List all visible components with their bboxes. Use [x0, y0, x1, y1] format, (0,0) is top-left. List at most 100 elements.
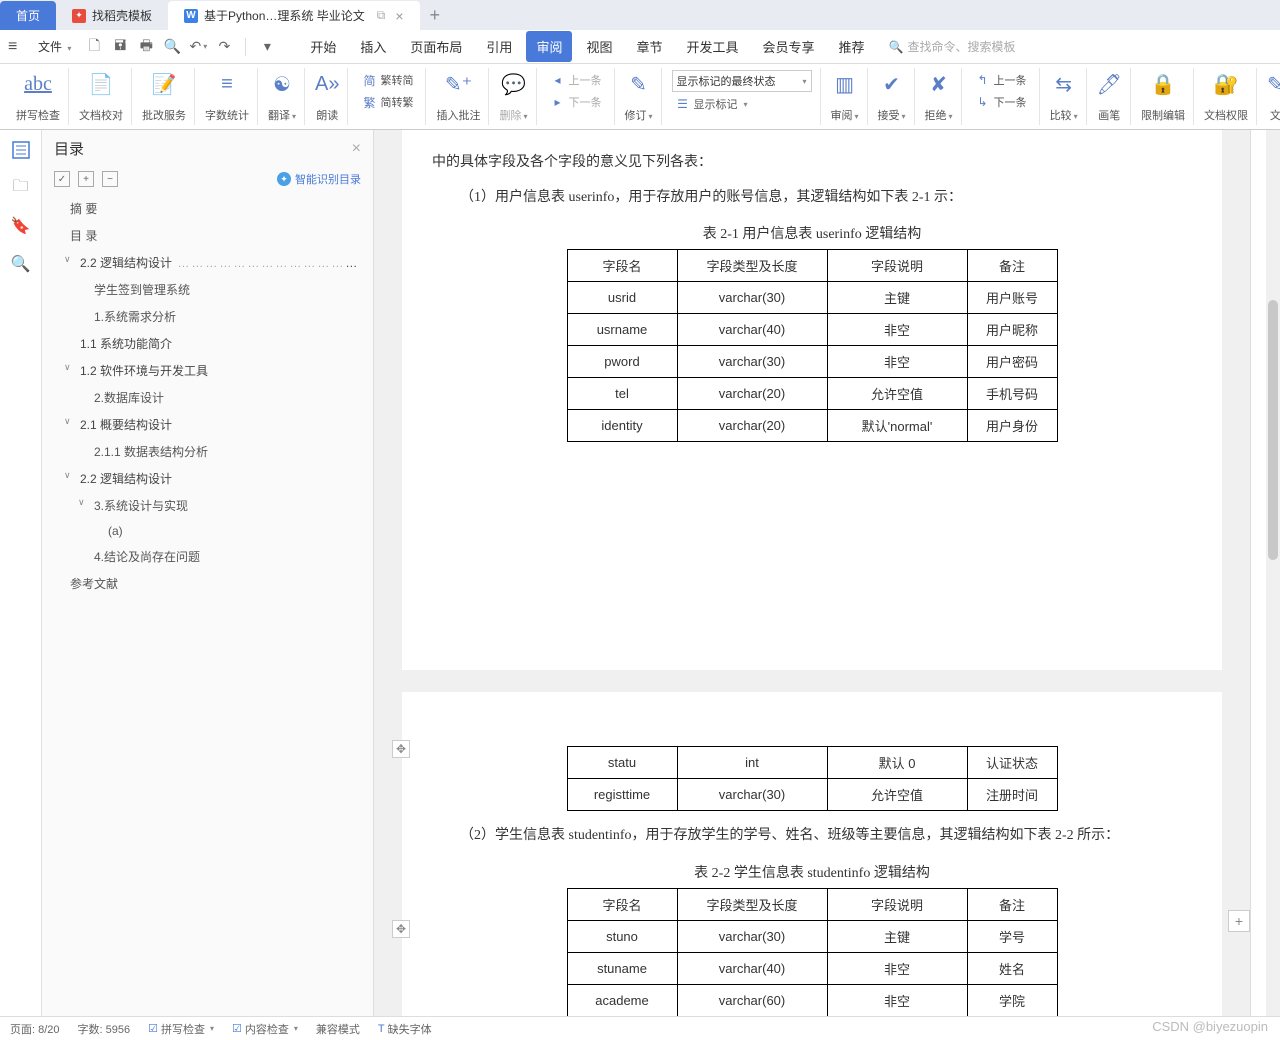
ribbon-tab-recommend[interactable]: 推荐: [829, 31, 875, 62]
toc-item[interactable]: 1.系统需求分析: [42, 303, 373, 330]
table-cell: 手机号码: [967, 378, 1057, 410]
scroll-thumb[interactable]: [1268, 300, 1278, 560]
qat-save-icon[interactable]: 🖬: [109, 36, 131, 58]
grp-compare[interactable]: ⇆比较▾: [1042, 68, 1087, 125]
status-font[interactable]: T缺失字体: [378, 1021, 432, 1037]
ribbon-tab-layout[interactable]: 页面布局: [400, 31, 472, 62]
toc-expand-all-icon[interactable]: ✓: [54, 171, 70, 187]
btn-prev-comment[interactable]: ◂上一条: [547, 70, 606, 90]
chevron-down-icon[interactable]: ∨: [78, 497, 85, 508]
table-cell: 主键: [827, 920, 967, 952]
btn-show-markup[interactable]: ☰显示标记▾: [672, 94, 812, 114]
file-menu[interactable]: 文件 ▾: [30, 34, 79, 59]
ribbon-tab-insert[interactable]: 插入: [350, 31, 396, 62]
ribbon-tab-start[interactable]: 开始: [300, 31, 346, 62]
status-page[interactable]: 页面: 8/20: [10, 1021, 60, 1037]
ribbon-tab-vip[interactable]: 会员专享: [753, 31, 825, 62]
toc-item[interactable]: ∨1.2 软件环境与开发工具: [42, 357, 373, 384]
table-move-handle-icon[interactable]: ✥: [392, 740, 410, 758]
qat-redo-icon[interactable]: ↷: [213, 36, 235, 58]
table-cell: varchar(30): [677, 282, 827, 314]
ribbon-tab-chapter[interactable]: 章节: [626, 31, 672, 62]
tab-doc-dup-icon[interactable]: ⧉: [377, 8, 386, 23]
vertical-scrollbar[interactable]: [1266, 130, 1280, 1016]
grp-docperm[interactable]: 🔐文档权限: [1196, 68, 1257, 125]
qat-preview-icon[interactable]: 🔍: [161, 36, 183, 58]
grp-read[interactable]: A»朗读: [307, 68, 348, 125]
close-icon[interactable]: ×: [395, 8, 403, 24]
new-tab-button[interactable]: +: [420, 1, 451, 30]
rail-folder-icon[interactable]: 🗀: [11, 178, 31, 198]
table-move-handle-icon[interactable]: ✥: [392, 920, 410, 938]
document-area[interactable]: 中的具体字段及各个字段的意义见下列各表： （1）用户信息表 userinfo，用…: [374, 130, 1250, 1016]
toc-item[interactable]: ∨3.系统设计与实现: [42, 492, 373, 519]
grp-track[interactable]: ✎修订▾: [617, 68, 662, 125]
grp-trans[interactable]: ☯翻译▾: [260, 68, 305, 125]
grp-spell[interactable]: abc拼写检查: [8, 68, 69, 125]
grp-docwm[interactable]: ✎文: [1259, 68, 1280, 125]
btn-ts2[interactable]: 繁简转繁: [358, 92, 417, 112]
chevron-down-icon[interactable]: ∨: [64, 362, 71, 373]
toc-item[interactable]: 4.结论及尚存在问题: [42, 543, 373, 570]
table-row: stunamevarchar(40)非空姓名: [567, 952, 1057, 984]
smart-toc-link[interactable]: ✦ 智能识别目录: [277, 171, 361, 187]
grp-proof[interactable]: 📄文档校对: [71, 68, 132, 125]
tab-home[interactable]: 首页: [0, 1, 56, 30]
float-plus-button[interactable]: +: [1228, 910, 1250, 932]
qat-new-icon[interactable]: 🗋: [83, 36, 105, 58]
toc-minus-icon[interactable]: −: [102, 171, 118, 187]
grp-revise[interactable]: 📝批改服务: [134, 68, 195, 125]
toc-item[interactable]: 目 录: [42, 222, 373, 249]
btn-ts1[interactable]: 简繁转简: [358, 70, 417, 90]
rail-bookmark-icon[interactable]: 🔖: [11, 216, 31, 236]
table-cell: varchar(20): [677, 378, 827, 410]
status-content[interactable]: ☑内容检查▾: [232, 1021, 298, 1037]
tab-template[interactable]: ✦ 找稻壳模板: [56, 1, 168, 30]
ribbon-tab-ref[interactable]: 引用: [476, 31, 522, 62]
rail-outline-icon[interactable]: [11, 140, 31, 160]
chevron-down-icon[interactable]: ∨: [64, 416, 71, 427]
table-cell: varchar(30): [677, 779, 827, 811]
grp-reject[interactable]: ✘拒绝▾: [917, 68, 962, 125]
grp-ink[interactable]: 🖊画笔: [1089, 68, 1131, 125]
chevron-down-icon[interactable]: ∨: [64, 254, 71, 265]
btn-next-comment[interactable]: ▸下一条: [547, 92, 606, 112]
toc-item[interactable]: ∨2.2 逻辑结构设计: [42, 465, 373, 492]
btn-next-change[interactable]: ↳下一条: [972, 92, 1031, 112]
hamburger-icon[interactable]: ≡: [8, 38, 26, 56]
command-search[interactable]: 🔍 查找命令、搜索模板: [889, 38, 1016, 55]
next-change-icon: ↳: [976, 95, 990, 109]
qat-more-icon[interactable]: ▾: [256, 36, 278, 58]
grp-restrict[interactable]: 🔒限制编辑: [1133, 68, 1194, 125]
toc-item[interactable]: 学生签到管理系统: [42, 276, 373, 303]
btn-prev-change[interactable]: ↰上一条: [972, 70, 1031, 90]
status-compat[interactable]: 兼容模式: [316, 1021, 360, 1037]
grp-insert-comment[interactable]: ✎⁺插入批注: [428, 68, 489, 125]
ribbon-tab-dev[interactable]: 开发工具: [676, 31, 748, 62]
grp-delete-comment[interactable]: 💬删除▾: [491, 68, 536, 125]
ribbon-tab-view[interactable]: 视图: [576, 31, 622, 62]
table-cell: 默认 0: [827, 747, 967, 779]
toc-item[interactable]: (a): [42, 519, 373, 543]
display-state-select[interactable]: 显示标记的最终状态▾: [672, 70, 812, 92]
toc-item[interactable]: 2.1.1 数据表结构分析: [42, 438, 373, 465]
grp-accept[interactable]: ✔接受▾: [870, 68, 915, 125]
tab-document[interactable]: W 基于Python…理系统 毕业论文 ⧉ ×: [168, 1, 419, 30]
toc-item[interactable]: 2.数据库设计: [42, 384, 373, 411]
grp-wc[interactable]: ≡字数统计: [197, 68, 258, 125]
grp-review-pane[interactable]: ▥审阅▾: [823, 68, 868, 125]
toc-item[interactable]: 参考文献: [42, 570, 373, 597]
toc-item[interactable]: ∨2.2 逻辑结构设计 …………………………………… …: [42, 249, 373, 276]
ribbon-tab-review[interactable]: 审阅: [526, 31, 572, 62]
chevron-down-icon[interactable]: ∨: [64, 470, 71, 481]
toc-close-icon[interactable]: ×: [352, 140, 361, 158]
rail-search-icon[interactable]: 🔍: [11, 254, 31, 274]
toc-item[interactable]: 摘 要: [42, 195, 373, 222]
qat-print-icon[interactable]: 🖶: [135, 36, 157, 58]
status-spell[interactable]: ☑拼写检查▾: [148, 1021, 214, 1037]
toc-item[interactable]: ∨2.1 概要结构设计: [42, 411, 373, 438]
qat-undo-icon[interactable]: ↶▾: [187, 36, 209, 58]
toc-collapse-icon[interactable]: +: [78, 171, 94, 187]
status-wordcount[interactable]: 字数: 5956: [78, 1021, 131, 1037]
toc-item[interactable]: 1.1 系统功能简介: [42, 330, 373, 357]
